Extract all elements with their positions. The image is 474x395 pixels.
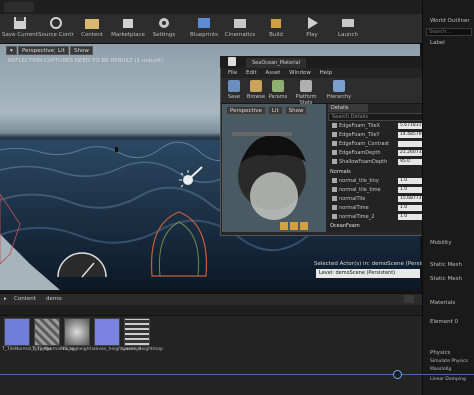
param-checkbox[interactable]	[332, 187, 337, 192]
element0-label: Element 0	[430, 319, 459, 325]
launch-button[interactable]: Launch	[330, 14, 366, 44]
param-checkbox[interactable]	[332, 123, 337, 128]
play-icon	[308, 17, 318, 29]
launch-icon	[342, 19, 354, 27]
show-button[interactable]: Show	[70, 46, 93, 55]
level-tab[interactable]	[4, 2, 34, 12]
material-tab[interactable]: SeaOcean_Material	[246, 58, 307, 68]
path-demo[interactable]: demo	[46, 296, 62, 302]
mass-label: MassInKg	[430, 367, 452, 372]
content-button[interactable]: Content	[74, 14, 110, 44]
mat-params-button[interactable]: Params	[265, 80, 291, 100]
preview-shape-button[interactable]	[290, 222, 298, 230]
content-path-bar: ▸ Content demo	[0, 294, 422, 305]
menu-edit[interactable]: Edit	[246, 68, 257, 78]
content-filter-bar	[0, 305, 422, 316]
timeline-track[interactable]	[0, 374, 474, 375]
lit-button[interactable]: Lit	[54, 46, 69, 55]
level-tab-strip	[0, 0, 474, 14]
settings-button[interactable]: Settings	[146, 14, 182, 44]
menu-asset[interactable]: Asset	[265, 68, 280, 78]
mobility-label: Mobility	[430, 240, 452, 246]
outliner-label-column[interactable]: Label	[430, 40, 445, 46]
static-mesh-label: Static Mesh	[430, 276, 462, 282]
param-checkbox[interactable]	[332, 132, 337, 137]
asset-thumbnail[interactable]	[64, 318, 90, 346]
build-icon	[271, 19, 281, 28]
preview-shape-button[interactable]	[300, 222, 308, 230]
asset-thumbnail[interactable]	[4, 318, 30, 346]
preview-shape-button[interactable]	[280, 222, 288, 230]
param-checkbox[interactable]	[332, 178, 337, 183]
hierarchy-icon	[333, 80, 345, 92]
directional-light-icon[interactable]	[176, 164, 206, 194]
perspective-button[interactable]: Perspective	[18, 46, 58, 55]
world-outliner-tab[interactable]: World Outliner	[430, 18, 470, 24]
content-icon	[85, 19, 99, 29]
history-button[interactable]	[404, 295, 414, 303]
details-tab[interactable]: Details	[328, 104, 368, 112]
viewport-options-button[interactable]: ▾	[6, 46, 17, 55]
asset-thumbnail[interactable]	[34, 318, 60, 346]
preview-lit-button[interactable]: Lit	[267, 106, 283, 115]
timeline-scrubber[interactable]	[393, 370, 402, 379]
stats-icon	[300, 80, 312, 92]
outliner-search-input[interactable]: Search...	[426, 28, 472, 36]
marketplace-icon	[123, 19, 133, 28]
browse-icon	[250, 80, 262, 92]
linear-damping-label: Linear Damping	[430, 377, 466, 382]
marketplace-button[interactable]: Marketplace	[110, 14, 146, 44]
materials-section[interactable]: Materials	[430, 300, 455, 306]
simulate-physics-label: Simulate Physics	[430, 359, 468, 364]
asset-thumbnail[interactable]	[124, 318, 150, 346]
save-icon	[228, 80, 240, 92]
blueprints-button[interactable]: Blueprints	[186, 14, 222, 44]
param-checkbox[interactable]	[332, 150, 337, 155]
static-mesh-section[interactable]: Static Mesh	[430, 262, 462, 268]
menu-window[interactable]: Window	[289, 68, 311, 78]
reflection-warning: REFLECTION CAPTURES NEED TO BE REBUILT (…	[8, 58, 164, 64]
cinematics-button[interactable]: Cinematics	[222, 14, 258, 44]
save-button[interactable]: Save Current	[2, 14, 38, 44]
viewport-toolbar: ▾ Perspective Lit Show	[0, 44, 420, 56]
preview-perspective-button[interactable]: Perspective	[226, 106, 266, 115]
preview-sphere	[222, 104, 326, 232]
asset-thumbnail[interactable]	[94, 318, 120, 346]
settings-icon	[159, 18, 169, 28]
source-control-button[interactable]: Source Control	[38, 14, 74, 44]
mouse-cursor-icon	[115, 147, 118, 152]
physics-section[interactable]: Physics	[430, 350, 450, 356]
build-button[interactable]: Build	[258, 14, 294, 44]
light-cone-gizmo	[150, 211, 208, 277]
param-checkbox[interactable]	[332, 159, 337, 164]
param-checkbox[interactable]	[332, 141, 337, 146]
preview-show-button[interactable]: Show	[284, 106, 308, 115]
mat-platform-stats-button[interactable]: Platform Stats	[290, 80, 322, 106]
params-icon	[272, 80, 284, 92]
play-button[interactable]: Play	[294, 14, 330, 44]
param-checkbox[interactable]	[332, 196, 337, 201]
gauge-gizmo	[57, 252, 107, 278]
path-root[interactable]: Content	[14, 296, 36, 302]
source-control-icon	[50, 17, 62, 29]
save-icon	[14, 17, 26, 29]
param-checkbox[interactable]	[332, 205, 337, 210]
cinematics-icon	[234, 19, 246, 28]
blueprints-icon	[198, 18, 210, 28]
param-checkbox[interactable]	[332, 214, 337, 219]
unreal-logo-icon	[228, 57, 236, 66]
menu-help[interactable]: Help	[320, 68, 333, 78]
folder-icon: ▸	[4, 296, 7, 302]
selected-actors-label: Selected Actor(s) in: demoScene (Persist…	[314, 261, 438, 267]
menu-file[interactable]: File	[228, 68, 237, 78]
current-level-label: Level: demoScene (Persistent)	[316, 269, 420, 278]
details-sidebar	[422, 0, 474, 395]
mat-hierarchy-button[interactable]: Hierarchy	[326, 80, 352, 100]
material-preview-viewport[interactable]: Perspective Lit Show	[222, 104, 326, 232]
